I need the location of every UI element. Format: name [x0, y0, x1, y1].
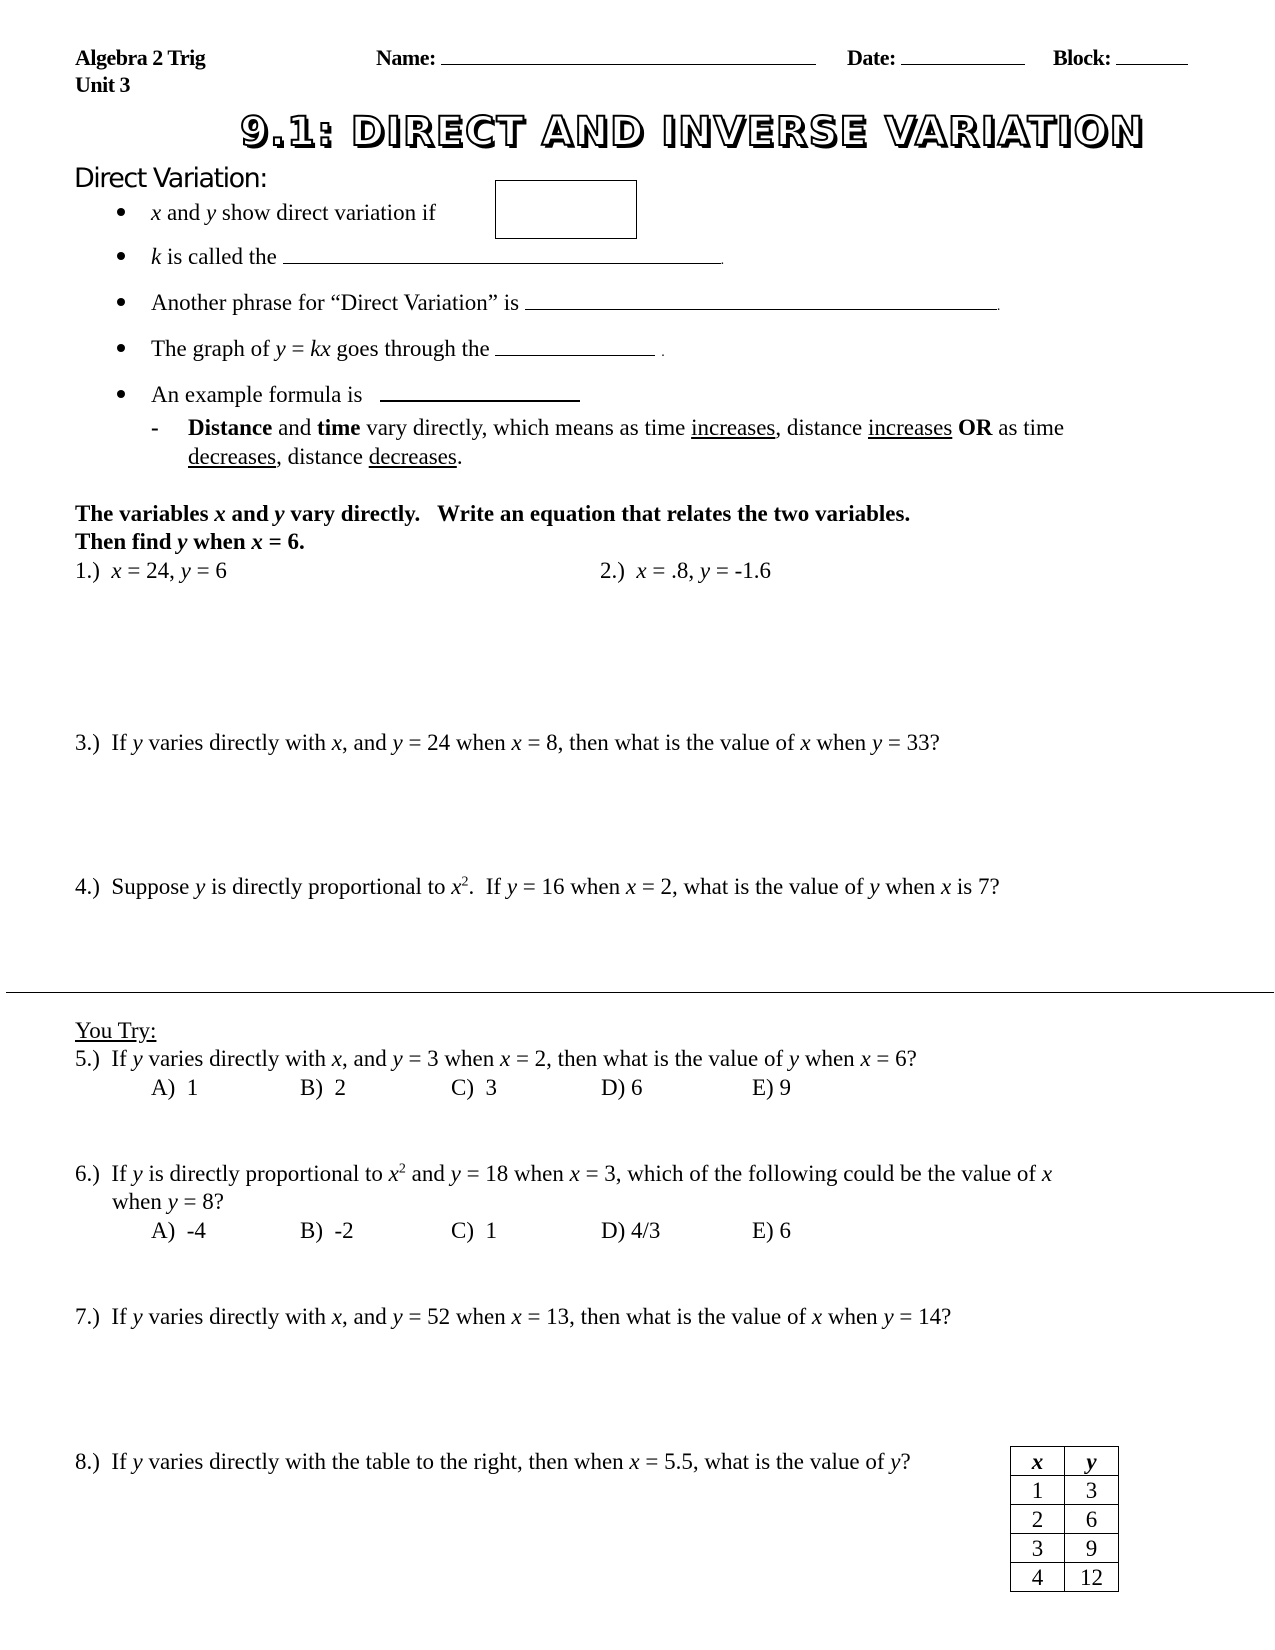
p5-choice-a[interactable]: A) 1	[151, 1076, 198, 1099]
p5-choice-d[interactable]: D) 6	[601, 1076, 643, 1099]
p6-choice-c[interactable]: C) 1	[451, 1219, 497, 1242]
p5-choice-c[interactable]: C) 3	[451, 1076, 497, 1099]
p6-choice-b[interactable]: B) -2	[300, 1219, 354, 1242]
problem-3: 3.) If y varies directly with x, and y =…	[75, 730, 940, 755]
table-header-x: x	[1010, 1446, 1065, 1476]
problem-6: 6.) If y is directly proportional to x2 …	[75, 1161, 1053, 1186]
table-cell: 9	[1064, 1533, 1119, 1563]
phrase-blank[interactable]	[524, 308, 997, 310]
table-row: 2 6	[1010, 1504, 1119, 1534]
bullet-icon	[117, 208, 125, 216]
constant-blank[interactable]	[282, 262, 721, 264]
problem-1: 1.) x = 24, y = 6	[75, 558, 227, 583]
formula-blank[interactable]	[380, 399, 581, 402]
sub-bullet-line-1: Distance and time vary directly, which m…	[188, 415, 1065, 440]
problem-6-line-2: when y = 8?	[112, 1189, 224, 1214]
graph-point-blank[interactable]	[495, 354, 656, 356]
instructions-line-1: The variables x and y vary directly. Wri…	[75, 501, 911, 526]
bullet-icon	[117, 390, 125, 398]
p5-choice-e[interactable]: E) 9	[752, 1076, 791, 1099]
block-blank[interactable]	[1116, 63, 1189, 65]
p6-choice-a[interactable]: A) -4	[151, 1219, 206, 1242]
date-blank[interactable]	[900, 63, 1025, 65]
table-cell: 2	[1010, 1504, 1065, 1534]
problem-8: 8.) If y varies directly with the table …	[75, 1449, 911, 1474]
name-field[interactable]: Name:	[376, 47, 816, 69]
table-cell: 1	[1010, 1475, 1065, 1505]
p6-choice-d[interactable]: D) 4/3	[601, 1219, 660, 1242]
section-heading-direct-variation: Direct Variation:	[74, 163, 268, 194]
sub-bullet-dash: -	[151, 415, 159, 440]
table-cell: 6	[1064, 1504, 1119, 1534]
problem-5: 5.) If y varies directly with x, and y =…	[75, 1046, 917, 1071]
you-try-heading: You Try:	[75, 1018, 157, 1043]
table-row: 3 9	[1010, 1533, 1119, 1563]
direct-variation-answer-box[interactable]	[495, 180, 637, 239]
bullet-icon	[117, 252, 125, 260]
date-field[interactable]: Date:	[847, 47, 1025, 69]
table-header-row: x y	[1010, 1446, 1119, 1476]
problem-2: 2.) x = .8, y = -1.6	[600, 558, 771, 583]
table-row: 1 3	[1010, 1475, 1119, 1505]
bullet-icon	[117, 344, 125, 352]
table-cell: 3	[1064, 1475, 1119, 1505]
date-label: Date:	[847, 45, 896, 70]
p6-choice-e[interactable]: E) 6	[752, 1219, 791, 1242]
bullet-2-text: k is called the .	[151, 244, 725, 269]
sub-bullet-line-2: decreases, distance decreases.	[188, 444, 463, 469]
course-label: Algebra 2 Trig	[75, 45, 206, 70]
bullet-4-text: The graph of y = kx goes through the .	[151, 336, 665, 361]
bullet-5-text: An example formula is	[151, 383, 581, 406]
section-divider	[6, 992, 1274, 993]
bullet-3-text: Another phrase for “Direct Variation” is…	[151, 290, 1001, 315]
instructions-line-2: Then find y when x = 6.	[75, 529, 305, 554]
block-label: Block:	[1053, 45, 1112, 70]
bullet-icon	[117, 298, 125, 306]
table-row: 4 12	[1010, 1562, 1119, 1592]
name-label: Name:	[376, 45, 436, 70]
p5-choice-b[interactable]: B) 2	[300, 1076, 346, 1099]
table-cell: 3	[1010, 1533, 1065, 1563]
table-header-y: y	[1064, 1446, 1119, 1476]
table-cell: 4	[1010, 1562, 1065, 1592]
block-field[interactable]: Block:	[1053, 45, 1189, 70]
unit-label: Unit 3	[75, 72, 131, 97]
xy-value-table: x y 1 3 2 6 3 9 4 12	[1010, 1446, 1119, 1592]
name-blank[interactable]	[440, 63, 816, 65]
table-cell: 12	[1064, 1562, 1119, 1592]
bullet-1-text: x and y show direct variation if	[151, 200, 436, 225]
page-title: 9.1: DIRECT AND INVERSE VARIATION	[239, 109, 1146, 155]
problem-4: 4.) Suppose y is directly proportional t…	[75, 874, 1000, 899]
problem-7: 7.) If y varies directly with x, and y =…	[75, 1304, 952, 1329]
